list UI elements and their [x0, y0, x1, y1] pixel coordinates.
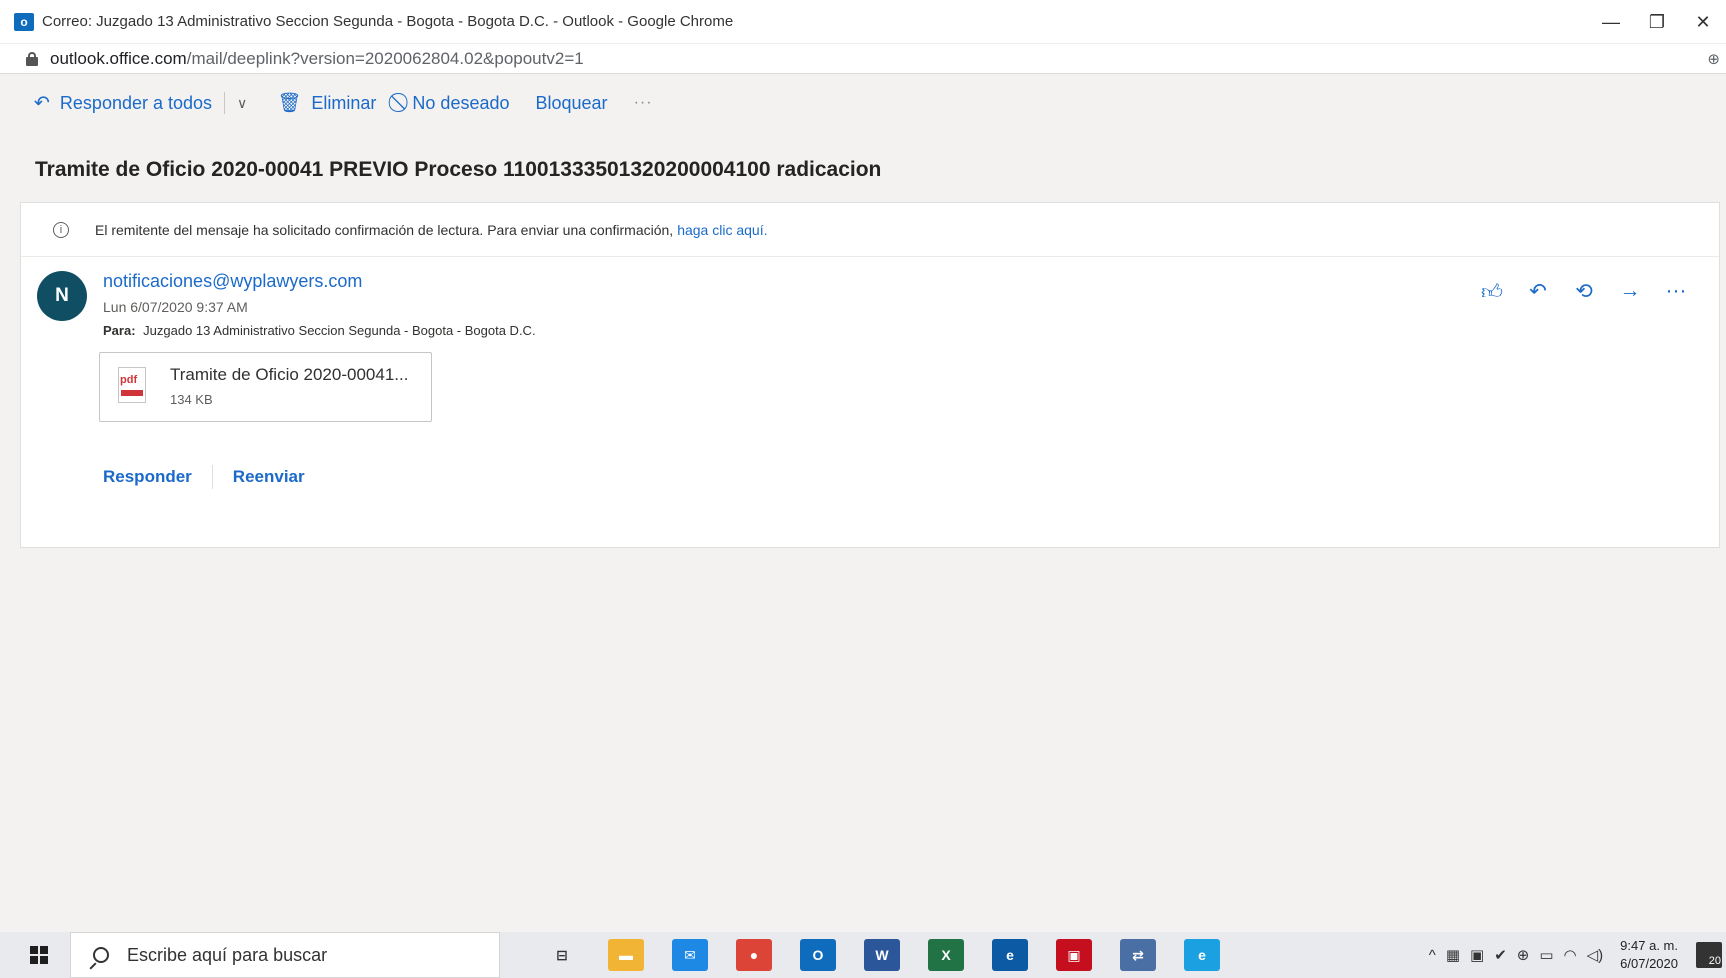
notification-center-icon[interactable]: 20 [1696, 942, 1722, 968]
chevron-down-icon[interactable]: ∨ [237, 95, 247, 112]
vpn-icon[interactable]: ⊕ [1517, 946, 1530, 964]
reply-icon[interactable]: ↶ [1515, 279, 1561, 305]
clock-date: 6/07/2020 [1620, 956, 1678, 971]
clock[interactable]: 9:47 a. m. 6/07/2020 [1620, 937, 1678, 973]
outlook-icon[interactable]: O [800, 939, 836, 971]
block-button[interactable]: Bloquear [536, 93, 608, 114]
display-icon[interactable]: ▣ [1470, 946, 1484, 964]
window-title-bar: o Correo: Juzgado 13 Administrativo Secc… [0, 0, 1726, 44]
pinned-apps: ⊟ ▬ ✉ ● O W Xe ▣ ⇄ e [530, 939, 1234, 971]
avatar[interactable]: N [37, 271, 87, 321]
recipients: Para: Juzgado 13 Administrativo Seccion … [103, 323, 536, 338]
clock-time: 9:47 a. m. [1620, 938, 1678, 953]
more-icon[interactable]: ··· [1653, 279, 1699, 305]
url-host: outlook.office.com [50, 48, 187, 68]
attachment-size: 134 KB [170, 392, 213, 407]
url-path: /mail/deeplink?version=2020062804.02&pop… [186, 48, 584, 68]
message-subject: Tramite de Oficio 2020-00041 PREVIO Proc… [35, 158, 882, 181]
pdf-icon: pdf [118, 367, 146, 403]
minimize-button[interactable]: — [1588, 0, 1634, 44]
monitor-icon[interactable]: ▦ [1446, 946, 1460, 964]
chevron-up-icon[interactable]: ^ [1429, 947, 1436, 964]
more-actions-button[interactable]: ··· [634, 94, 653, 112]
search-icon [93, 947, 109, 963]
taskbar: Escribe aquí para buscar ⊟ ▬ ✉ ● O W Xe ▣ ⇄ e ^ ▦… [0, 932, 1726, 978]
read-receipt-link[interactable]: haga clic aquí. [677, 222, 767, 238]
chrome-icon[interactable]: ● [736, 939, 772, 971]
wifi-icon[interactable]: ◠ [1564, 946, 1577, 964]
restore-button[interactable]: ❐ [1634, 0, 1680, 44]
edge-icon[interactable]: e [992, 939, 1028, 971]
like-icon[interactable]: 👍︎ [1469, 279, 1515, 305]
url-text[interactable]: outlook.office.com/mail/deeplink?version… [50, 49, 584, 69]
shield-icon[interactable]: ✔ [1494, 946, 1507, 964]
command-bar: ↶ Responder a todos ∨ 🗑︎ Eliminar ⃠ No d… [0, 74, 1726, 132]
window-controls: — ❐ ✕ [1588, 0, 1726, 44]
block-label: Bloquear [535, 92, 608, 113]
excel-icon[interactable]: X [928, 939, 964, 971]
close-button[interactable]: ✕ [1680, 0, 1726, 44]
message-actions: 👍︎ ↶ ⟲ → ··· [1469, 279, 1699, 305]
mail-icon[interactable]: ✉ [672, 939, 708, 971]
system-tray: ^ ▦ ▣ ✔ ⊕ ▭ ◠ ◁) 9:47 a. m. 6/07/2020 20 [1424, 932, 1726, 978]
reading-pane: Tramite de Oficio 2020-00041 PREVIO Proc… [0, 132, 1726, 932]
network-app-icon[interactable]: ⇄ [1120, 939, 1156, 971]
delete-button[interactable]: 🗑︎ Eliminar [277, 91, 376, 115]
toolbar-divider [224, 92, 226, 114]
junk-label: No deseado [412, 92, 510, 113]
read-receipt-text: El remitente del mensaje ha solicitado c… [95, 221, 674, 238]
search-placeholder: Escribe aquí para buscar [127, 944, 328, 965]
address-bar[interactable]: outlook.office.com/mail/deeplink?version… [0, 44, 1726, 74]
reply-divider [211, 465, 213, 489]
word-icon[interactable]: W [864, 939, 900, 971]
start-button[interactable] [18, 932, 60, 978]
lock-icon[interactable] [26, 51, 38, 66]
forward-link[interactable]: Reenviar [233, 467, 305, 487]
junk-button[interactable]: ⃠ No deseado [402, 92, 509, 114]
zoom-icon[interactable]: ⊕ [1707, 50, 1720, 68]
delete-label: Eliminar [311, 92, 377, 113]
to-value: Juzgado 13 Administrativo Seccion Segund… [143, 323, 536, 338]
attachment-card[interactable]: pdf Tramite de Oficio 2020-00041... 134 … [99, 352, 432, 422]
read-receipt-bar: i El remitente del mensaje ha solicitado… [21, 203, 1719, 257]
forward-icon[interactable]: → [1607, 279, 1653, 305]
pdf-icon-label: pdf [120, 374, 138, 386]
trash-icon: 🗑︎ [277, 93, 302, 114]
taskbar-search[interactable]: Escribe aquí para buscar [70, 932, 500, 978]
sender-email[interactable]: notificaciones@wyplawyers.com [103, 271, 362, 292]
file-explorer-icon[interactable]: ▬ [608, 939, 644, 971]
message-date: Lun 6/07/2020 9:37 AM [103, 299, 248, 315]
reply-links: Responder Reenviar [103, 465, 305, 489]
message-card: i El remitente del mensaje ha solicitado… [20, 202, 1720, 548]
to-label: Para: [103, 323, 136, 338]
security-icon[interactable]: ▣ [1056, 939, 1092, 971]
outlook-app-icon: o [14, 12, 34, 31]
task-view-icon[interactable]: ⊟ [544, 939, 580, 971]
reply-all-button[interactable]: ↶ Responder a todos [34, 92, 212, 115]
volume-icon[interactable]: ◁) [1587, 946, 1604, 964]
windows-icon [30, 946, 48, 964]
window-title: Correo: Juzgado 13 Administrativo Seccio… [42, 13, 734, 30]
reply-all-icon: ↶ [34, 92, 50, 114]
battery-icon[interactable]: ▭ [1539, 946, 1553, 964]
attachment-name: Tramite de Oficio 2020-00041... [170, 365, 409, 384]
internet-explorer-icon[interactable]: e [1184, 939, 1220, 971]
reply-all-label: Responder a todos [59, 92, 213, 113]
info-icon: i [53, 221, 69, 238]
reply-all-icon[interactable]: ⟲ [1561, 279, 1607, 305]
reply-link[interactable]: Responder [103, 467, 192, 487]
